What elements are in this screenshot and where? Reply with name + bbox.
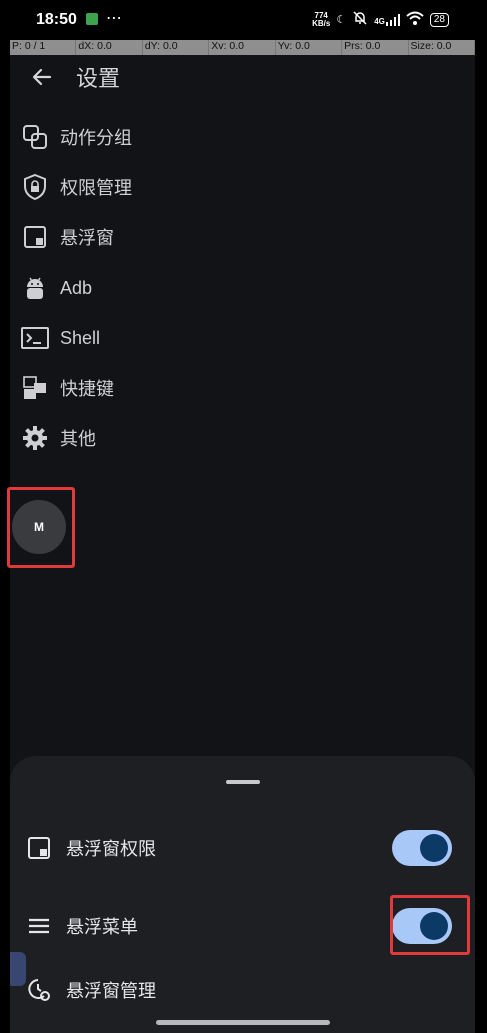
gear-icon	[20, 423, 50, 453]
highlight-box-float-menu-toggle	[390, 895, 470, 955]
menu-item-label: Adb	[60, 277, 93, 298]
menu-item-label: Shell	[60, 327, 101, 348]
row-float-window-permission[interactable]: 悬浮窗权限	[24, 826, 464, 870]
menu-item-label: 悬浮窗	[60, 228, 114, 248]
signal-label: 4G	[374, 16, 385, 26]
menu-item-label: 快捷键	[60, 379, 114, 399]
app-notification-icon	[86, 13, 98, 25]
pointer-yv: Yv: 0.0	[276, 40, 343, 55]
menu-item-other[interactable]: 其他	[20, 418, 320, 458]
page-title: 设置	[76, 66, 121, 91]
float-window-icon	[20, 222, 50, 252]
row-float-window-management[interactable]: 悬浮窗管理	[24, 968, 464, 1012]
moon-icon: ☾	[336, 14, 347, 26]
menu-item-label: 动作分组	[60, 128, 132, 148]
status-time: 18:50	[36, 11, 77, 28]
row-label: 悬浮菜单	[66, 917, 138, 937]
menu-item-label: 权限管理	[60, 178, 132, 198]
float-window-permission-toggle[interactable]	[392, 830, 452, 866]
top-app-bar: 设置	[30, 58, 120, 96]
row-label: 悬浮窗管理	[66, 981, 156, 1001]
pointer-xv: Xv: 0.0	[209, 40, 276, 55]
status-right-group: 774 KB/s ☾ 4G 28	[312, 10, 449, 29]
menu-item-shell[interactable]: Shell	[20, 318, 320, 358]
row-label: 悬浮窗权限	[66, 839, 156, 859]
shortcut-icon	[20, 373, 50, 403]
pointer-dx: dX: 0.0	[76, 40, 143, 55]
net-speed-unit: KB/s	[312, 18, 331, 28]
pointer-size: Size: 0.0	[409, 40, 475, 55]
mute-bell-icon	[352, 10, 368, 29]
edge-assistant-tab[interactable]	[10, 952, 26, 986]
status-bar: 18:50 ⋯ 774 KB/s ☾ 4G 28	[0, 0, 487, 40]
terminal-icon	[20, 323, 50, 353]
pointer-dy: dY: 0.0	[143, 40, 210, 55]
wifi-icon	[406, 11, 424, 28]
menu-item-permissions[interactable]: 权限管理	[20, 167, 320, 207]
menu-item-action-groups[interactable]: 动作分组	[20, 117, 320, 157]
shield-lock-icon	[20, 172, 50, 202]
toggle-knob	[420, 834, 448, 862]
more-notifications-icon: ⋯	[106, 10, 123, 27]
android-icon	[20, 273, 50, 303]
menu-item-float-window[interactable]: 悬浮窗	[20, 217, 320, 257]
group-icon	[20, 122, 50, 152]
menu-item-label: 其他	[60, 429, 96, 449]
pointer-count: P: 0 / 1	[10, 40, 77, 55]
manage-icon	[24, 975, 54, 1005]
back-arrow-icon[interactable]	[30, 65, 54, 89]
float-window-icon	[24, 833, 54, 863]
gesture-nav-bar[interactable]	[156, 1020, 330, 1025]
highlight-box-floating-ball	[7, 487, 75, 568]
drag-handle[interactable]	[226, 780, 260, 784]
menu-icon	[24, 911, 54, 941]
signal-icon: 4G	[374, 13, 400, 26]
menu-item-shortcuts[interactable]: 快捷键	[20, 368, 320, 408]
menu-item-adb[interactable]: Adb	[20, 268, 320, 308]
pointer-location-bar: P: 0 / 1 dX: 0.0 dY: 0.0 Xv: 0.0 Yv: 0.0…	[10, 40, 475, 55]
net-speed: 774 KB/s	[312, 11, 331, 28]
pointer-prs: Prs: 0.0	[342, 40, 409, 55]
battery-icon: 28	[429, 12, 449, 27]
